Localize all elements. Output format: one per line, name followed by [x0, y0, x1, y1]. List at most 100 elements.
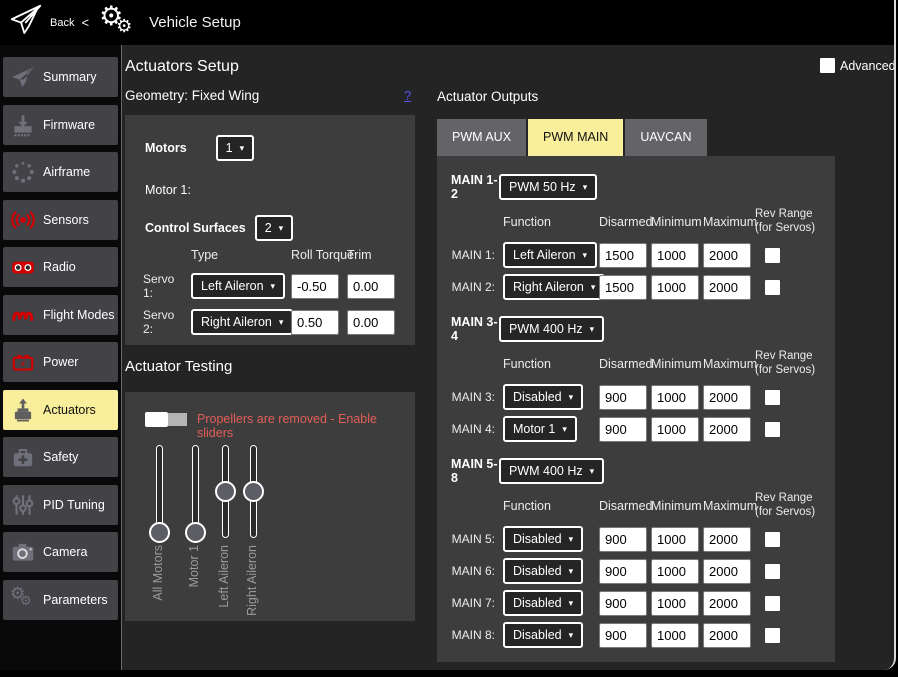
servo-2-roll-torque-input[interactable]: [291, 310, 339, 335]
motor-1-slider-handle[interactable]: [185, 522, 206, 543]
main-6-minimum-input[interactable]: [651, 559, 699, 584]
safety-case-icon: [3, 444, 43, 470]
sidebar-item-actuators[interactable]: Actuators: [3, 390, 118, 430]
main-2-disarmed-input[interactable]: [599, 275, 647, 300]
servo-1-roll-torque-input[interactable]: [291, 274, 339, 299]
main-1-2-group-header: MAIN 1-2 PWM 50 Hz ▾: [443, 174, 835, 200]
actuator-outputs-title: Actuator Outputs: [437, 89, 538, 104]
motors-row: Motors 1 ▾: [145, 135, 254, 161]
output-table-header: Function Disarmed Minimum Maximum Rev Ra…: [443, 208, 835, 236]
control-surfaces-count-dropdown[interactable]: 2 ▾: [255, 215, 293, 241]
slider-label: All Motors: [151, 545, 165, 601]
servo-roll-torque-header: Roll Torque: [291, 248, 343, 264]
geometry-panel: Motors 1 ▾ Motor 1: Control Surfaces 2 ▾…: [125, 115, 415, 345]
chevron-down-icon: ▾: [279, 318, 284, 327]
main-3-4-rate-dropdown[interactable]: PWM 400 Hz ▾: [499, 316, 604, 342]
chevron-down-icon: ▾: [569, 631, 574, 640]
main-1-function-dropdown[interactable]: Left Aileron ▾: [503, 242, 597, 268]
main-8-minimum-input[interactable]: [651, 623, 699, 648]
servo-2-trim-input[interactable]: [347, 310, 395, 335]
main-4-function-dropdown[interactable]: Motor 1 ▾: [503, 416, 577, 442]
slider-label: Motor 1: [187, 545, 201, 587]
sidebar-item-power[interactable]: Power: [3, 342, 118, 382]
main-8-function-dropdown[interactable]: Disabled ▾: [503, 622, 583, 648]
servo-1-type-dropdown[interactable]: Left Aileron ▾: [191, 273, 285, 299]
main-2-minimum-input[interactable]: [651, 275, 699, 300]
chevron-down-icon: ▾: [569, 567, 574, 576]
propellers-warning-text: Propellers are removed - Enable sliders: [197, 412, 415, 440]
main-2-rev-range-checkbox[interactable]: [765, 280, 780, 295]
main-1-disarmed-input[interactable]: [599, 243, 647, 268]
main-6-function-dropdown[interactable]: Disabled ▾: [503, 558, 583, 584]
advanced-checkbox[interactable]: [820, 58, 835, 73]
main-3-function-dropdown[interactable]: Disabled ▾: [503, 384, 583, 410]
main-7-function-dropdown[interactable]: Disabled ▾: [503, 590, 583, 616]
sidebar-item-firmware[interactable]: Firmware: [3, 105, 118, 145]
main-2-function-dropdown[interactable]: Right Aileron ▾: [503, 274, 605, 300]
main-4-rev-range-checkbox[interactable]: [765, 422, 780, 437]
tab-pwm-main[interactable]: PWM MAIN: [528, 119, 623, 156]
sidebar-item-summary[interactable]: Summary: [3, 57, 118, 97]
chevron-down-icon: ▾: [569, 599, 574, 608]
enable-sliders-toggle[interactable]: [145, 412, 188, 427]
main-1-maximum-input[interactable]: [703, 243, 751, 268]
sidebar-item-flight-modes[interactable]: Flight Modes: [3, 295, 118, 335]
main-6-disarmed-input[interactable]: [599, 559, 647, 584]
geometry-help-link[interactable]: ?: [404, 88, 411, 103]
main-4-disarmed-input[interactable]: [599, 417, 647, 442]
main-1-2-rate-dropdown[interactable]: PWM 50 Hz ▾: [499, 174, 597, 200]
main-7-maximum-input[interactable]: [703, 591, 751, 616]
main-7-rev-range-checkbox[interactable]: [765, 596, 780, 611]
tab-uavcan[interactable]: UAVCAN: [625, 119, 706, 156]
main-7-minimum-input[interactable]: [651, 591, 699, 616]
left-aileron-slider-handle[interactable]: [215, 481, 236, 502]
page-title: Vehicle Setup: [149, 14, 241, 31]
main-8-disarmed-input[interactable]: [599, 623, 647, 648]
main-5-maximum-input[interactable]: [703, 527, 751, 552]
toggle-track: [168, 413, 187, 426]
main-5-function-dropdown[interactable]: Disabled ▾: [503, 526, 583, 552]
main-5-minimum-input[interactable]: [651, 527, 699, 552]
sidebar-item-radio[interactable]: Radio: [3, 247, 118, 287]
sidebar-item-parameters[interactable]: ⚙⚙ Parameters: [3, 580, 118, 620]
main-5-rev-range-checkbox[interactable]: [765, 532, 780, 547]
main-6-rev-range-checkbox[interactable]: [765, 564, 780, 579]
motors-count-dropdown[interactable]: 1 ▾: [216, 135, 254, 161]
sidebar-item-pid-tuning[interactable]: PID Tuning: [3, 485, 118, 525]
servo-1-trim-input[interactable]: [347, 274, 395, 299]
servo-table: Type Roll Torque Trim Servo 1: Left Aile…: [143, 248, 399, 336]
tab-pwm-aux[interactable]: PWM AUX: [437, 119, 526, 156]
firmware-download-icon: [3, 112, 43, 138]
main-5-8-rate-dropdown[interactable]: PWM 400 Hz ▾: [499, 458, 604, 484]
sidebar-item-sensors[interactable]: Sensors: [3, 200, 118, 240]
back-button[interactable]: Back: [50, 17, 74, 29]
main-2-maximum-input[interactable]: [703, 275, 751, 300]
servo-row-label: Servo 2:: [143, 308, 187, 336]
main-3-rev-range-checkbox[interactable]: [765, 390, 780, 405]
sidebar-item-camera[interactable]: Camera: [3, 532, 118, 572]
servo-2-type-dropdown[interactable]: Right Aileron ▾: [191, 309, 293, 335]
main-6-maximum-input[interactable]: [703, 559, 751, 584]
main-3-minimum-input[interactable]: [651, 385, 699, 410]
all-motors-slider-handle[interactable]: [149, 522, 170, 543]
sidebar-item-safety[interactable]: Safety: [3, 437, 118, 477]
main-1-minimum-input[interactable]: [651, 243, 699, 268]
chevron-down-icon: ▾: [590, 325, 595, 334]
chevron-down-icon: ▾: [583, 183, 588, 192]
sidebar-item-airframe[interactable]: Airframe: [3, 152, 118, 192]
app-logo-paper-plane-icon[interactable]: [8, 2, 44, 43]
main-4-minimum-input[interactable]: [651, 417, 699, 442]
servo-type-header: Type: [191, 248, 287, 264]
chevron-down-icon: ▾: [569, 393, 574, 402]
main-8-maximum-input[interactable]: [703, 623, 751, 648]
main-3-maximum-input[interactable]: [703, 385, 751, 410]
main-3-disarmed-input[interactable]: [599, 385, 647, 410]
actuator-testing-panel: Propellers are removed - Enable sliders …: [125, 392, 415, 621]
right-aileron-slider-handle[interactable]: [243, 481, 264, 502]
main-8-rev-range-checkbox[interactable]: [765, 628, 780, 643]
main-4-maximum-input[interactable]: [703, 417, 751, 442]
output-tabs: PWM AUX PWM MAIN UAVCAN: [437, 119, 707, 156]
main-5-disarmed-input[interactable]: [599, 527, 647, 552]
main-7-disarmed-input[interactable]: [599, 591, 647, 616]
main-1-rev-range-checkbox[interactable]: [765, 248, 780, 263]
